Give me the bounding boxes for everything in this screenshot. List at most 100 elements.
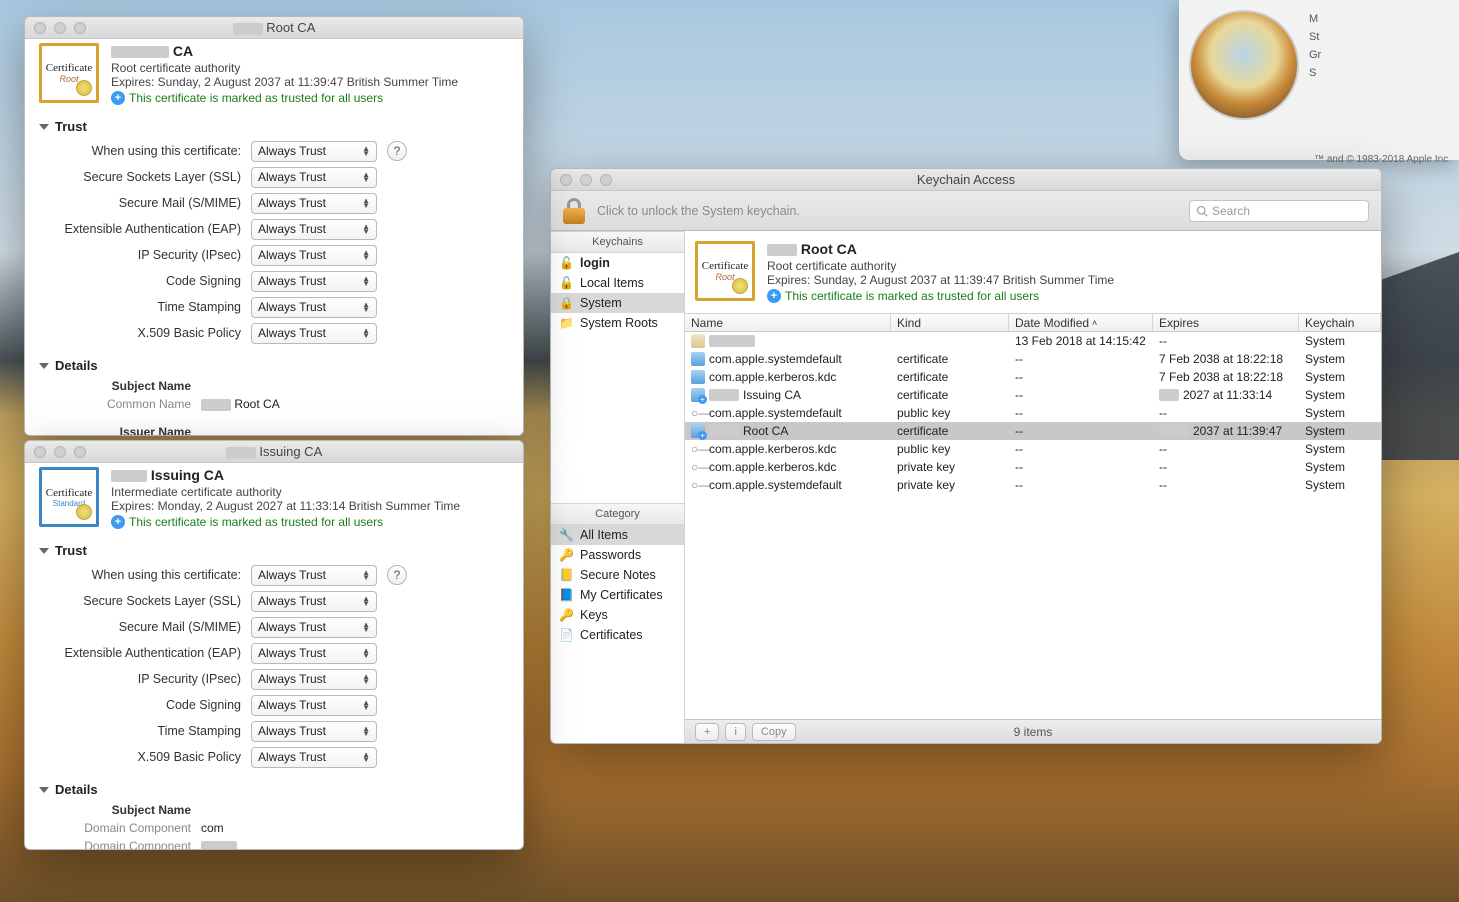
table-row[interactable]: com.apple.kerberos.kdc private key -- --… [685,458,1381,476]
when-using-label: When using this certificate: [39,568,251,582]
details-section-toggle[interactable]: Details [25,354,523,377]
cert-icon: 📄 [559,628,574,643]
trust-row-select[interactable]: Always Trust▲▼ [251,323,377,344]
table-row[interactable]: 13 Feb 2018 at 14:15:42 -- System [685,332,1381,350]
cell-name: com.apple.kerberos.kdc [709,460,836,474]
cell-expires: -- [1153,440,1299,458]
trust-row-select[interactable]: Always Trust▲▼ [251,245,377,266]
sidebar-item-my-certificates[interactable]: 📘My Certificates [551,585,684,605]
titlebar[interactable]: Issuing CA [25,441,523,463]
dc-value [201,839,237,849]
minimize-button[interactable] [54,22,66,34]
trust-row-label: Code Signing [39,698,251,712]
sidebar-item-certificates[interactable]: 📄Certificates [551,625,684,645]
trust-row-select[interactable]: Always Trust▲▼ [251,271,377,292]
trust-section-toggle[interactable]: Trust [25,539,523,562]
cell-date: -- [1009,404,1153,422]
notes-icon: 📒 [559,568,574,583]
about-line: M [1309,10,1321,28]
info-button[interactable]: i [725,723,745,741]
column-header-date[interactable]: Date Modified˄ [1009,314,1153,331]
column-header-expires[interactable]: Expires [1153,314,1299,331]
sidebar-item-system[interactable]: 🔒System [551,293,684,313]
details-section-toggle[interactable]: Details [25,778,523,801]
trust-section-toggle[interactable]: Trust [25,115,523,138]
sidebar-item-all-items[interactable]: 🔧All Items [551,525,684,545]
disclosure-icon [39,363,49,369]
column-header-kind[interactable]: Kind [891,314,1009,331]
trust-row-label: Time Stamping [39,724,251,738]
table-row[interactable]: com.apple.systemdefault private key -- -… [685,476,1381,494]
trust-row-select[interactable]: Always Trust▲▼ [251,193,377,214]
cell-expires: 7 Feb 2038 at 18:22:18 [1153,350,1299,368]
close-button[interactable] [34,446,46,458]
when-using-label: When using this certificate: [39,144,251,158]
table-row[interactable]: Issuing CA certificate -- 2027 at 11:33:… [685,386,1381,404]
titlebar[interactable]: Keychain Access [551,169,1381,191]
sidebar-item-keys[interactable]: 🔑Keys [551,605,684,625]
table-row[interactable]: com.apple.kerberos.kdc public key -- -- … [685,440,1381,458]
row-type-icon [691,460,705,474]
trust-row-select[interactable]: Always Trust▲▼ [251,167,377,188]
help-button[interactable]: ? [387,141,407,161]
trust-plus-icon: + [767,289,781,303]
table-row[interactable]: com.apple.systemdefault public key -- --… [685,404,1381,422]
trust-row-label: Extensible Authentication (EAP) [39,222,251,236]
cert-trust-status: +This certificate is marked as trusted f… [111,515,460,529]
cell-expires: 2027 at 11:33:14 [1153,386,1299,404]
titlebar[interactable]: Root CA [25,17,523,39]
search-input[interactable]: Search [1189,200,1369,222]
sidebar-item-system-roots[interactable]: 📁System Roots [551,313,684,333]
window-keychain-access: Keychain Access Click to unlock the Syst… [550,168,1382,744]
window-title: Issuing CA [25,444,523,459]
about-line: S [1309,64,1321,82]
trust-row-select[interactable]: Always Trust▲▼ [251,297,377,318]
lock-keychain-button[interactable] [563,198,585,224]
subject-name-heading: Subject Name [39,379,201,393]
subject-name-heading: Subject Name [39,803,201,817]
cell-expires: -- [1153,476,1299,494]
trust-row-select[interactable]: Always Trust▲▼ [251,643,377,664]
cell-expires: 7 Feb 2038 at 18:22:18 [1153,368,1299,386]
when-using-select[interactable]: Always Trust▲▼ [251,141,377,162]
sidebar-item-label: Passwords [580,548,641,562]
sidebar-item-label: System [580,296,622,310]
add-button[interactable]: + [695,723,719,741]
minimize-button[interactable] [580,174,592,186]
copy-button[interactable]: Copy [752,723,796,741]
issuer-name-heading: Issuer Name [39,425,201,435]
sidebar-item-local-items[interactable]: 🔓Local Items [551,273,684,293]
trust-row-label: X.509 Basic Policy [39,750,251,764]
zoom-button[interactable] [74,22,86,34]
cell-keychain: System [1299,404,1381,422]
trust-row-select[interactable]: Always Trust▲▼ [251,219,377,240]
help-button[interactable]: ? [387,565,407,585]
trust-row-select[interactable]: Always Trust▲▼ [251,747,377,768]
sidebar-item-secure-notes[interactable]: 📒Secure Notes [551,565,684,585]
trust-row-label: X.509 Basic Policy [39,326,251,340]
column-header-name[interactable]: Name [685,314,891,331]
trust-row-select[interactable]: Always Trust▲▼ [251,591,377,612]
close-button[interactable] [560,174,572,186]
row-type-icon [691,334,705,348]
sidebar-item-login[interactable]: 🔓login [551,253,684,273]
zoom-button[interactable] [74,446,86,458]
cell-kind: certificate [891,368,1009,386]
row-type-icon [691,424,705,438]
minimize-button[interactable] [54,446,66,458]
trust-row-select[interactable]: Always Trust▲▼ [251,695,377,716]
trust-row-select[interactable]: Always Trust▲▼ [251,617,377,638]
row-type-icon [691,352,705,366]
zoom-button[interactable] [600,174,612,186]
when-using-select[interactable]: Always Trust▲▼ [251,565,377,586]
close-button[interactable] [34,22,46,34]
trust-row-select[interactable]: Always Trust▲▼ [251,669,377,690]
table-row[interactable]: com.apple.kerberos.kdc certificate -- 7 … [685,368,1381,386]
cell-name: com.apple.systemdefault [709,478,842,492]
column-header-keychain[interactable]: Keychain [1299,314,1381,331]
os-disc-image [1189,10,1299,120]
sidebar-item-passwords[interactable]: 🔑Passwords [551,545,684,565]
table-row[interactable]: Root CA certificate -- 2037 at 11:39:47 … [685,422,1381,440]
table-row[interactable]: com.apple.systemdefault certificate -- 7… [685,350,1381,368]
trust-row-select[interactable]: Always Trust▲▼ [251,721,377,742]
